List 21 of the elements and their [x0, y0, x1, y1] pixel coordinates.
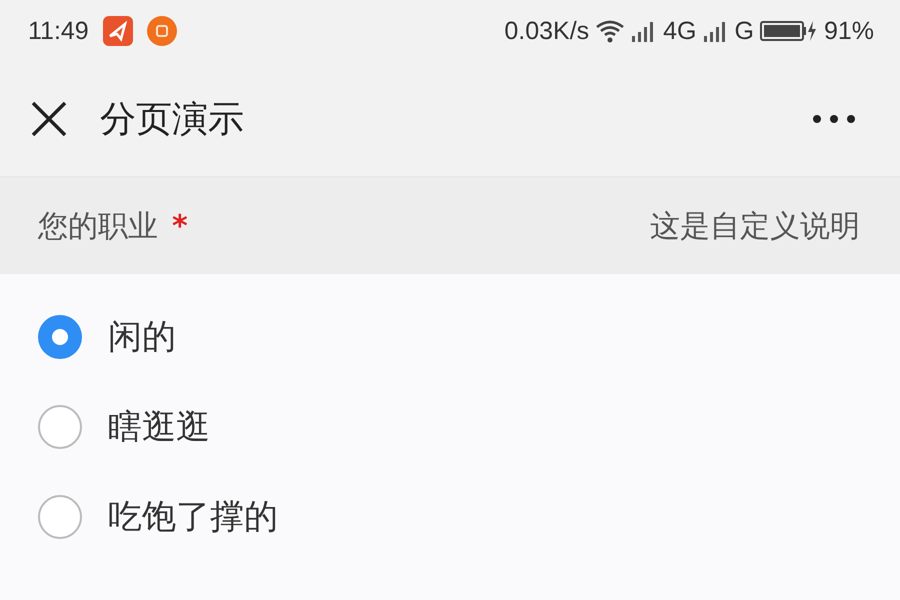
page-title: 分页演示: [100, 98, 244, 142]
network-type: 4G: [663, 16, 696, 46]
required-mark: *: [172, 208, 188, 244]
radio-button[interactable]: [38, 315, 82, 359]
network-type: G: [734, 16, 754, 46]
app-icon: [146, 16, 177, 46]
question-label: 您的职业: [38, 208, 158, 246]
option-label: 瞎逛逛: [108, 406, 210, 449]
description: 这是自定义说明: [650, 208, 860, 246]
network-speed: 0.03K/s: [504, 16, 590, 46]
battery-percent: 91%: [824, 16, 874, 46]
option-label: 闲的: [108, 316, 176, 359]
close-icon[interactable]: [30, 100, 68, 138]
app-icon: [102, 16, 133, 46]
option-label: 吃饱了撑的: [108, 496, 278, 539]
wifi-icon: [595, 19, 626, 43]
radio-button[interactable]: [38, 495, 82, 539]
status-time: 11:49: [28, 16, 89, 46]
radio-button[interactable]: [38, 405, 82, 449]
battery-icon: [760, 20, 818, 42]
more-icon[interactable]: [812, 114, 856, 124]
